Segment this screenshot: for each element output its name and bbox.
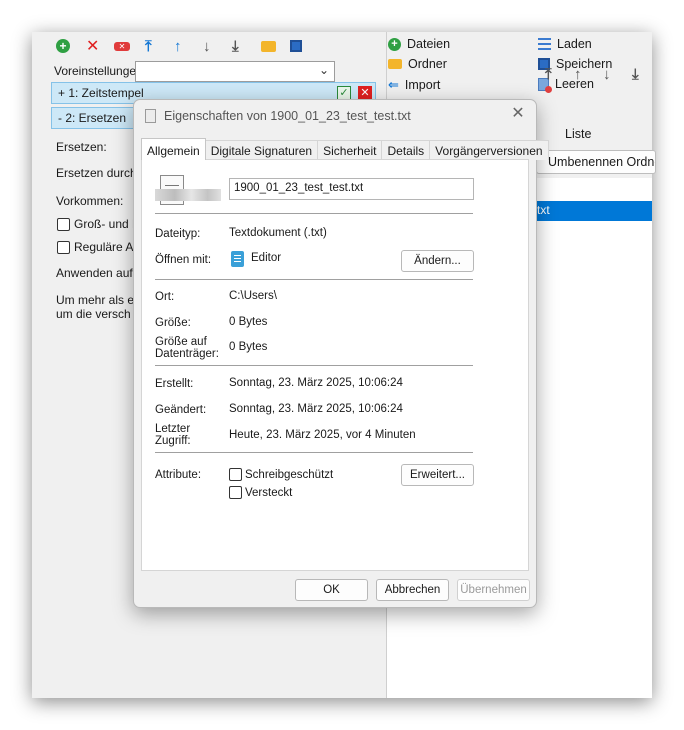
eraser-icon[interactable]: ✕: [114, 37, 130, 55]
load-list-button[interactable]: Laden: [538, 37, 592, 51]
move-top-icon[interactable]: ⤒: [145, 37, 152, 55]
separator: [155, 452, 473, 453]
apply-button[interactable]: Übernehmen: [457, 579, 530, 601]
delete-icon[interactable]: ✕: [86, 37, 99, 55]
add-files-button[interactable]: + Dateien: [388, 37, 450, 51]
move-down-icon[interactable]: ↓: [203, 37, 211, 55]
move-top-icon[interactable]: ⤒: [545, 66, 552, 83]
move-up-icon[interactable]: ↑: [174, 37, 182, 55]
close-icon[interactable]: ✕: [358, 86, 372, 100]
advanced-button[interactable]: Erweitert...: [401, 464, 474, 486]
properties-dialog: Eigenschaften von 1900_01_23_test_test.t…: [133, 99, 549, 608]
open-with-value: Editor: [251, 252, 282, 264]
cancel-button[interactable]: Abbrechen: [376, 579, 449, 601]
document-icon: [145, 109, 156, 123]
size-value: 0 Bytes: [229, 316, 268, 328]
step-label: + 1: Zeitstempel: [58, 86, 144, 100]
move-down-icon[interactable]: ↓: [603, 66, 611, 83]
info-text-line1: Um mehr als e: [56, 293, 135, 307]
step-label: - 2: Ersetzen: [58, 111, 127, 125]
open-with-label: Öffnen mit:: [155, 254, 212, 266]
close-icon[interactable]: ✕: [508, 104, 528, 124]
apply-to-label: Anwenden auf: [56, 266, 133, 280]
attributes-label: Attribute:: [155, 469, 202, 481]
filename-input[interactable]: 1900_01_23_test_test.txt: [229, 178, 474, 200]
info-text-line2: um die versch: [56, 307, 131, 321]
folder-icon: [388, 59, 402, 69]
rename-button[interactable]: Umbenennen Ordne: [536, 150, 656, 174]
ok-button[interactable]: OK: [295, 579, 368, 601]
location-label: Ort:: [155, 291, 175, 303]
add-folder-label: Ordner: [408, 57, 447, 71]
separator: [155, 279, 473, 280]
separator: [155, 365, 473, 366]
folder-icon[interactable]: [261, 37, 276, 55]
tab-digital-signatures[interactable]: Digitale Signaturen: [204, 140, 319, 160]
case-sensitive-label: Groß- und K: [74, 217, 141, 231]
readonly-label: Schreibgeschützt: [245, 468, 334, 481]
created-label: Erstellt:: [155, 378, 194, 390]
occurrences-label: Vorkommen:: [56, 194, 124, 208]
general-tab-panel: 1900_01_23_test_test.txt Dateityp: Textd…: [141, 159, 529, 571]
add-icon[interactable]: +: [56, 37, 70, 55]
check-icon[interactable]: ✓: [337, 86, 351, 100]
last-access-label-2: Zugriff:: [155, 435, 191, 447]
regex-label: Reguläre Au: [74, 240, 141, 254]
separator: [155, 213, 473, 214]
hidden-label: Versteckt: [245, 486, 293, 499]
import-button[interactable]: ⇐ Import: [388, 77, 440, 93]
case-sensitive-checkbox[interactable]: [57, 218, 70, 231]
change-button[interactable]: Ändern...: [401, 250, 474, 272]
move-bottom-icon[interactable]: ⤓: [632, 66, 639, 83]
hidden-checkbox[interactable]: [229, 486, 242, 499]
modified-label: Geändert:: [155, 404, 207, 416]
add-files-label: Dateien: [407, 37, 451, 51]
chevron-down-icon: ⌄: [318, 63, 329, 77]
filetype-value: Textdokument (.txt): [229, 227, 327, 239]
presets-combobox[interactable]: ⌄: [135, 61, 335, 82]
save-icon[interactable]: [290, 37, 302, 55]
tab-security[interactable]: Sicherheit: [317, 140, 383, 160]
import-label: Import: [404, 78, 441, 92]
tab-bar: Allgemein Digitale Signaturen Sicherheit…: [141, 138, 549, 160]
readonly-checkbox[interactable]: [229, 468, 242, 481]
load-label: Laden: [557, 37, 592, 51]
dialog-title: Eigenschaften von 1900_01_23_test_test.t…: [164, 109, 411, 123]
hidden-option[interactable]: Versteckt: [229, 486, 292, 499]
tab-previous-versions[interactable]: Vorgängerversionen: [429, 140, 549, 160]
add-icon: +: [388, 37, 401, 51]
size-label: Größe:: [155, 317, 191, 329]
readonly-option[interactable]: Schreibgeschützt: [229, 468, 333, 481]
location-value: C:\Users\: [229, 290, 277, 302]
last-access-value: Heute, 23. März 2025, vor 4 Minuten: [229, 429, 416, 441]
filetype-label: Dateityp:: [155, 228, 201, 240]
last-access-label-1: Letzter: [155, 423, 191, 435]
tab-details[interactable]: Details: [381, 140, 431, 160]
created-value: Sonntag, 23. März 2025, 10:06:24: [229, 377, 403, 389]
list-icon: [538, 38, 551, 50]
move-bottom-icon[interactable]: ⤓: [232, 37, 239, 55]
tab-general[interactable]: Allgemein: [141, 138, 206, 160]
list-label: Liste: [565, 127, 592, 141]
disk-size-label-1: Größe auf: [155, 336, 207, 348]
regex-checkbox[interactable]: [57, 241, 70, 254]
presets-label: Voreinstellunge: [54, 64, 137, 78]
notepad-icon: [231, 251, 244, 267]
replace-with-label: Ersetzen durch: [56, 166, 137, 180]
replace-label: Ersetzen:: [56, 140, 107, 154]
move-up-icon[interactable]: ↑: [574, 66, 582, 83]
redacted-username: [155, 189, 221, 201]
import-arrow-icon: ⇐: [388, 77, 399, 92]
add-folder-button[interactable]: Ordner: [388, 57, 447, 71]
disk-size-value: 0 Bytes: [229, 341, 268, 353]
modified-value: Sonntag, 23. März 2025, 10:06:24: [229, 403, 403, 415]
disk-size-label-2: Datenträger:: [155, 348, 219, 360]
